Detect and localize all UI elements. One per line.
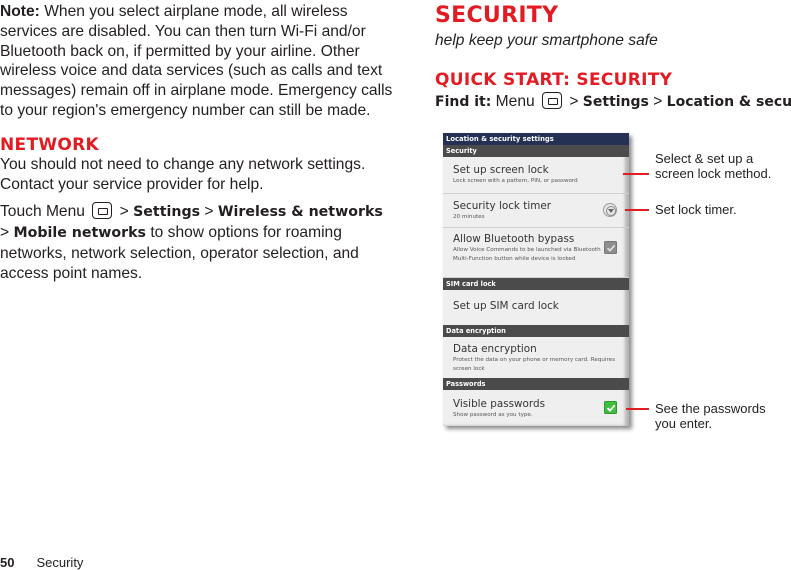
right-column: SECURITY help keep your smartphone safe … (435, 0, 791, 111)
callout-timer: Set lock timer. (655, 202, 737, 217)
callout-leader-timer (625, 209, 649, 211)
mobile-networks-label: Mobile networks (13, 225, 146, 242)
menu-text: Menu (491, 93, 535, 110)
menu-key-icon (542, 92, 563, 109)
touch-menu-text: Touch Menu (0, 203, 85, 221)
setting-security-lock-timer[interactable]: Security lock timer 20 minutes (443, 194, 629, 228)
find-it-label: Find it: (435, 94, 492, 110)
separator: > (648, 93, 667, 110)
note-label: Note: (0, 3, 40, 20)
network-heading: NETWORK (0, 134, 100, 155)
note-text: When you select airplane mode, all wirel… (0, 3, 393, 119)
phone-screenshot: Location & security settings Security Se… (443, 133, 629, 426)
page-number: 50 (0, 555, 15, 570)
checkmark-icon (606, 404, 615, 412)
callout-leader-passwords (626, 408, 649, 410)
setting-title: Set up SIM card lock (453, 300, 559, 312)
section-header-sim-card-lock: SIM card lock (443, 278, 629, 290)
separator: > (0, 224, 14, 242)
setting-summary: Lock screen with a pattern, PIN, or pass… (453, 178, 578, 184)
section-header-data-encryption: Data encryption (443, 325, 629, 337)
bluetooth-bypass-checkbox[interactable] (604, 241, 617, 254)
section-header-security: Security (443, 145, 629, 157)
network-intro: You should not need to change any networ… (0, 155, 366, 193)
settings-label: Settings (133, 204, 201, 221)
separator: > (200, 203, 218, 221)
network-instructions: Touch Menu > Settings > Wireless & netwo… (0, 202, 395, 283)
security-subtitle: help keep your smartphone safe (435, 32, 658, 49)
setting-summary: Show password as you type. (453, 412, 533, 418)
dropdown-arrow-icon[interactable] (603, 203, 617, 217)
footer-section: Security (36, 555, 84, 570)
checkmark-icon (606, 244, 615, 252)
setting-title: Visible passwords (453, 398, 545, 410)
location-security-label: Location & security (666, 94, 791, 110)
setting-allow-bluetooth-bypass[interactable]: Allow Bluetooth bypass Allow Voice Comma… (443, 228, 629, 278)
separator: > (115, 203, 134, 221)
find-it-path: Find it: Menu > Settings > Location & se… (435, 92, 791, 111)
menu-key-icon (92, 202, 113, 220)
left-column: Note: When you select airplane mode, all… (0, 2, 395, 284)
section-header-passwords: Passwords (443, 378, 629, 390)
callout-screen-lock: Select & set up a screen lock method. (655, 151, 772, 181)
setting-summary: Protect the data on your phone or memory… (453, 357, 615, 372)
setting-summary: Allow Voice Commands to be launched via … (453, 247, 601, 262)
wireless-networks-label: Wireless & networks (217, 204, 383, 221)
setting-summary: 20 minutes (453, 214, 485, 220)
setting-title: Set up screen lock (453, 164, 549, 176)
airplane-note: Note: When you select airplane mode, all… (0, 2, 395, 121)
separator: > (565, 93, 583, 110)
callout-passwords: See the passwords you enter. (655, 401, 766, 431)
settings-label: Settings (582, 94, 649, 110)
setting-set-up-screen-lock[interactable]: Set up screen lock Lock screen with a pa… (443, 157, 629, 194)
setting-data-encryption[interactable]: Data encryption Protect the data on your… (443, 337, 629, 378)
callout-leader-screen-lock (623, 173, 649, 175)
setting-visible-passwords[interactable]: Visible passwords Show password as you t… (443, 390, 629, 426)
setting-title: Data encryption (453, 343, 537, 355)
quickstart-heading: QUICK START: SECURITY (435, 70, 673, 90)
visible-passwords-checkbox[interactable] (604, 401, 617, 414)
security-heading: SECURITY (435, 3, 559, 28)
page-footer: 50 Security (0, 555, 83, 570)
screen-title-bar: Location & security settings (443, 133, 629, 145)
setting-title: Allow Bluetooth bypass (453, 233, 575, 245)
setting-set-up-sim-card-lock[interactable]: Set up SIM card lock (443, 290, 629, 325)
